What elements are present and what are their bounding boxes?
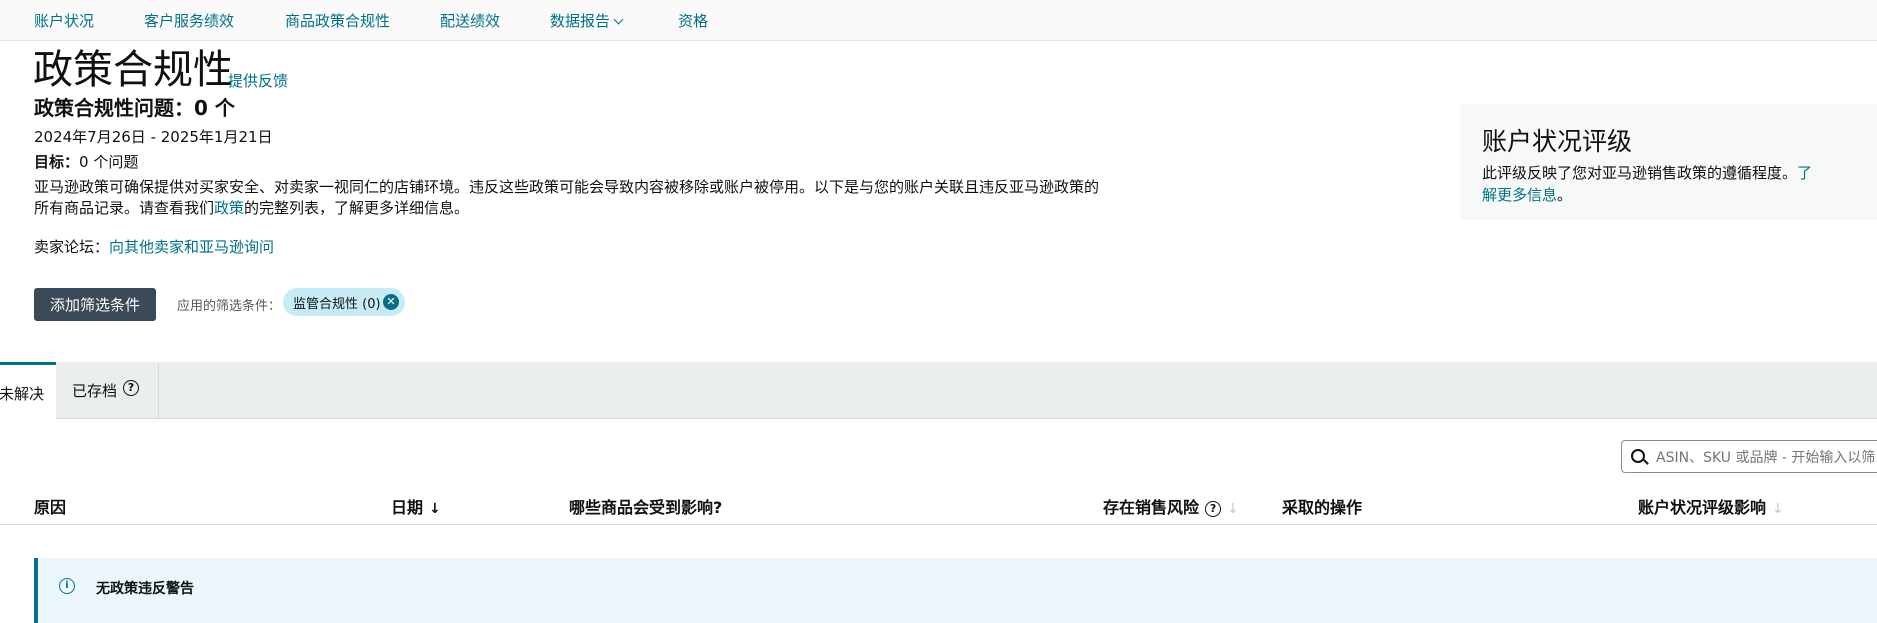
policy-description: 亚马逊政策可确保提供对买家安全、对卖家一视同仁的店铺环境。违反这些政策可能会导致… <box>34 177 1104 219</box>
sort-down-icon: ↓ <box>1772 501 1784 517</box>
column-header-at-risk-label: 存在销售风险 <box>1103 498 1200 517</box>
nav-data-reports-label: 数据报告 <box>550 12 611 30</box>
add-filter-button[interactable]: 添加筛选条件 <box>34 288 156 321</box>
filter-chip-label: 监管合规性 (0) <box>293 296 381 312</box>
rating-card-text: 此评级反映了您对亚马逊销售政策的遵循程度。了解更多信息。 <box>1482 162 1822 206</box>
description-text-end: 的完整列表，了解更多详细信息。 <box>244 199 470 217</box>
column-header-reason-label: 原因 <box>34 498 67 517</box>
info-icon: i <box>59 578 75 594</box>
nav-account-health[interactable]: 账户状况 <box>34 10 94 31</box>
column-header-reason: 原因 <box>34 494 66 518</box>
rating-card-desc: 此评级反映了您对亚马逊销售政策的遵循程度。 <box>1482 164 1798 182</box>
column-header-action-label: 采取的操作 <box>1282 498 1363 517</box>
column-header-date-label: 日期 <box>391 498 424 517</box>
forum-link[interactable]: 向其他卖家和亚马逊询问 <box>109 238 274 256</box>
top-nav: 账户状况 客户服务绩效 商品政策合规性 配送绩效 数据报告 资格 <box>0 0 1877 41</box>
tab-unresolved[interactable]: 未解决 <box>0 362 56 419</box>
tab-bar <box>0 362 1877 419</box>
column-header-at-risk[interactable]: 存在销售风险? ↓ <box>1103 494 1239 518</box>
alert-message: 无政策违反警告 <box>96 581 194 597</box>
search-icon <box>1631 449 1645 463</box>
nav-policy-compliance[interactable]: 商品政策合规性 <box>285 10 390 31</box>
column-header-impact-label: 账户状况评级影响 <box>1638 498 1767 517</box>
tab-archived[interactable]: 已存档 ? <box>56 362 159 418</box>
nav-customer-service[interactable]: 客户服务绩效 <box>144 10 234 31</box>
table-header: 原因 日期 ↓ 哪些商品会受到影响? 存在销售风险? ↓ 采取的操作 账户状况评级影… <box>0 492 1877 525</box>
help-icon[interactable]: ? <box>1205 500 1222 517</box>
nav-data-reports[interactable]: 数据报告 <box>550 10 624 31</box>
applied-filters-label: 应用的筛选条件： <box>177 299 282 314</box>
feedback-link[interactable]: 提供反馈 <box>228 70 288 91</box>
help-icon[interactable]: ? <box>123 380 139 396</box>
no-violations-alert: i 无政策违反警告 <box>34 558 1877 623</box>
seller-forum-line: 卖家论坛：向其他卖家和亚马逊询问 <box>34 236 274 257</box>
nav-shipping-performance[interactable]: 配送绩效 <box>440 10 500 31</box>
sort-down-icon: ↓ <box>1227 501 1239 517</box>
rating-card-title: 账户状况评级 <box>1482 127 1633 156</box>
search-box <box>1621 440 1877 473</box>
rating-card-desc-end: 。 <box>1557 186 1573 204</box>
policy-link[interactable]: 政策 <box>214 199 244 217</box>
date-range: 2024年7月26日 - 2025年1月21日 <box>34 128 273 146</box>
column-header-action-taken: 采取的操作 <box>1282 494 1362 518</box>
column-header-rating-impact[interactable]: 账户状况评级影响 ↓ <box>1638 494 1784 518</box>
close-icon[interactable]: ✕ <box>383 294 399 310</box>
tab-unresolved-label: 未解决 <box>0 385 44 403</box>
column-header-affected-items: 哪些商品会受到影响? <box>569 494 722 518</box>
target-line: 目标：0 个问题 <box>34 151 138 172</box>
search-input[interactable] <box>1654 441 1877 472</box>
issues-heading: 政策合规性问题：0 个 <box>34 96 235 120</box>
column-header-affected-label: 哪些商品会受到影响? <box>569 498 723 517</box>
description-text: 亚马逊政策可确保提供对买家安全、对卖家一视同仁的店铺环境。违反这些政策可能会导致… <box>34 178 1100 217</box>
target-label: 目标： <box>34 153 80 171</box>
column-header-date[interactable]: 日期 ↓ <box>391 494 441 518</box>
account-health-rating-card: 账户状况评级 此评级反映了您对亚马逊销售政策的遵循程度。了解更多信息。 <box>1460 104 1877 220</box>
filter-chip: 监管合规性 (0) ✕ <box>283 288 405 316</box>
tab-archived-label: 已存档 <box>72 382 118 400</box>
target-value: 0 个问题 <box>79 153 139 171</box>
sort-down-icon: ↓ <box>429 501 441 517</box>
nav-eligibility[interactable]: 资格 <box>678 10 708 31</box>
chevron-down-icon <box>613 14 624 25</box>
page-title: 政策合规性 <box>33 47 233 93</box>
forum-label: 卖家论坛： <box>34 238 110 256</box>
